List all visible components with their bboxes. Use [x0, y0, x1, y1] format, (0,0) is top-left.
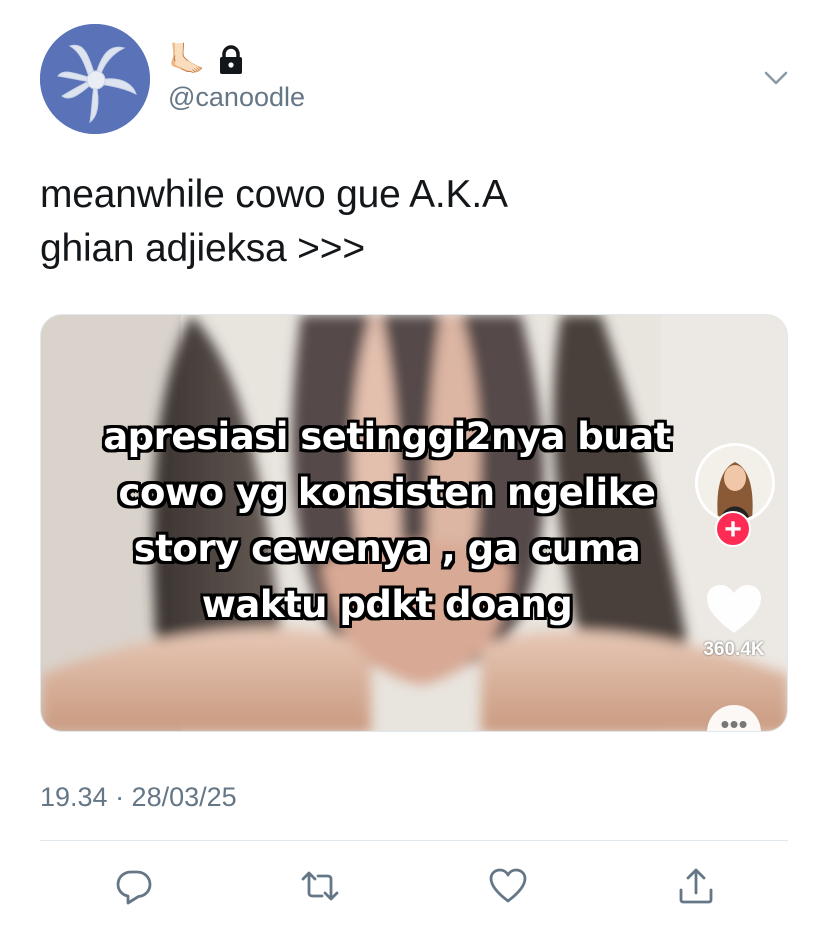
chevron-down-icon[interactable] — [760, 62, 792, 94]
share-button[interactable] — [672, 862, 720, 910]
like-count: 360.4K — [703, 639, 765, 660]
media-caption-line: cowo yg konsisten ngelike — [118, 471, 656, 514]
media-caption-line: story cewenya , ga cuma — [133, 527, 641, 570]
reply-icon — [116, 870, 152, 905]
media-caption-line: apresiasi setinggi2nya buat — [103, 415, 671, 458]
tweet-text-line: ghian adjieksa >>> — [40, 227, 365, 270]
follow-button[interactable]: + — [715, 511, 751, 547]
reply-button[interactable] — [110, 862, 158, 910]
action-bar — [0, 862, 828, 910]
display-name-row: 🦶🏻 — [168, 40, 245, 80]
avatar[interactable] — [40, 24, 150, 134]
tiktok-heart-icon[interactable] — [705, 583, 763, 635]
divider — [40, 840, 788, 841]
share-icon — [679, 868, 713, 904]
display-name[interactable]: 🦶🏻 — [168, 45, 205, 75]
media-caption: apresiasi setinggi2nya buat cowo yg kons… — [81, 409, 693, 633]
creator-photo — [698, 446, 772, 520]
retweet-icon — [301, 871, 339, 901]
tweet-media[interactable]: apresiasi setinggi2nya buat cowo yg kons… — [40, 314, 788, 732]
user-handle[interactable]: @canoodle — [168, 82, 305, 113]
media-caption-line: waktu pdkt doang — [201, 583, 573, 626]
lock-icon — [220, 45, 243, 74]
retweet-button[interactable] — [296, 862, 344, 910]
tweet-text: meanwhile cowo gue A.K.A ghian adjieksa … — [40, 168, 508, 276]
avatar-image — [40, 24, 150, 134]
tweet-timestamp[interactable]: 19.34 · 28/03/25 — [40, 782, 237, 813]
like-button[interactable] — [484, 862, 532, 910]
tweet-text-line: meanwhile cowo gue A.K.A — [40, 173, 508, 216]
heart-icon — [489, 868, 527, 903]
